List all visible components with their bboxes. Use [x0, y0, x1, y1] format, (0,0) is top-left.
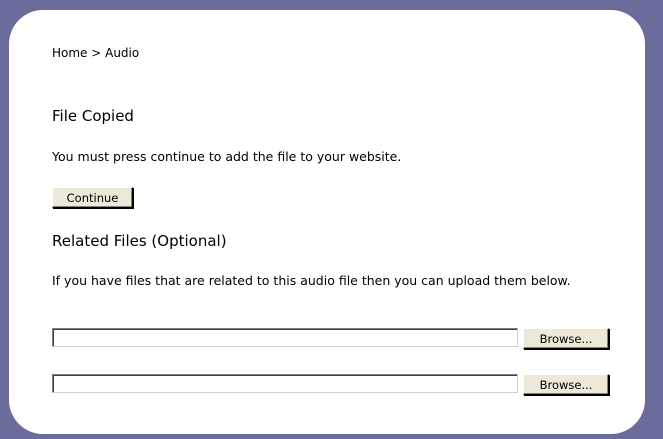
related-file-input-2[interactable]	[52, 374, 518, 393]
file-copied-message: You must press continue to add the file …	[52, 149, 402, 164]
content-panel: Home > Audio File Copied You must press …	[9, 10, 645, 434]
page-frame: Home > Audio File Copied You must press …	[0, 0, 663, 439]
continue-button[interactable]: Continue	[52, 187, 133, 208]
browse-button-1[interactable]: Browse...	[523, 328, 609, 349]
related-files-heading: Related Files (Optional)	[52, 232, 227, 250]
browse-button-2[interactable]: Browse...	[523, 374, 609, 395]
file-copied-heading: File Copied	[52, 107, 134, 125]
breadcrumb: Home > Audio	[52, 46, 140, 60]
related-file-input-1[interactable]	[52, 328, 518, 347]
related-files-message: If you have files that are related to th…	[52, 273, 571, 288]
